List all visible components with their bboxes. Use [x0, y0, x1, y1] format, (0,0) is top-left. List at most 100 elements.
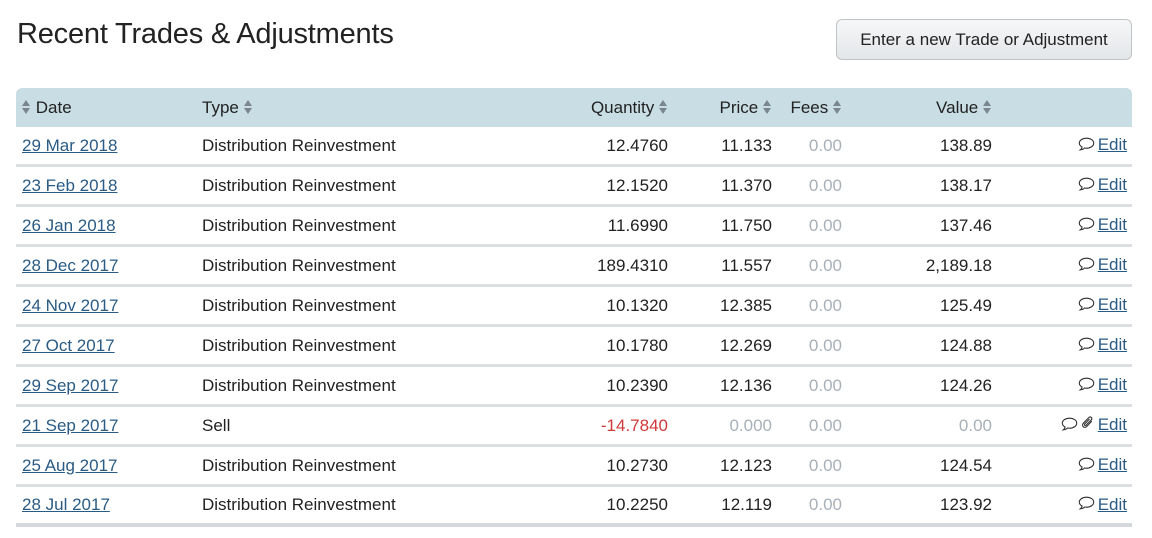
- cell-quantity: 189.4310: [586, 247, 668, 287]
- page-title: Recent Trades & Adjustments: [17, 18, 394, 50]
- cell-date: 27 Oct 2017: [16, 327, 196, 367]
- cell-type: Distribution Reinvestment: [196, 247, 586, 287]
- table-row: 29 Mar 2018 Distribution Reinvestment 12.4…: [16, 127, 1132, 167]
- cell-fees: 0.00: [772, 367, 842, 407]
- cell-fees: 0.00: [772, 127, 842, 167]
- date-link[interactable]: 21 Sep 2017: [22, 416, 118, 435]
- cell-value: 2,189.18: [842, 247, 992, 287]
- comment-icon[interactable]: [1078, 296, 1095, 316]
- edit-link[interactable]: Edit: [1098, 495, 1127, 514]
- cell-date: 21 Sep 2017: [16, 407, 196, 447]
- cell-actions: Edit: [992, 167, 1132, 207]
- cell-actions: Edit: [992, 207, 1132, 247]
- column-header-value[interactable]: Value: [842, 88, 992, 127]
- cell-actions: Edit: [992, 127, 1132, 167]
- cell-date: 28 Dec 2017: [16, 247, 196, 287]
- cell-actions: Edit: [992, 247, 1132, 287]
- cell-actions: Edit: [992, 367, 1132, 407]
- cell-quantity: -14.7840: [586, 407, 668, 447]
- sort-icon: [659, 99, 668, 114]
- date-link[interactable]: 28 Jul 2017: [22, 495, 110, 514]
- cell-date: 29 Mar 2018: [16, 127, 196, 167]
- cell-date: 25 Aug 2017: [16, 447, 196, 487]
- comment-icon[interactable]: [1078, 216, 1095, 236]
- cell-price: 12.136: [668, 367, 772, 407]
- edit-link[interactable]: Edit: [1098, 415, 1127, 434]
- cell-quantity: 12.1520: [586, 167, 668, 207]
- comment-icon[interactable]: [1078, 256, 1095, 276]
- edit-link[interactable]: Edit: [1098, 335, 1127, 354]
- cell-fees: 0.00: [772, 447, 842, 487]
- edit-link[interactable]: Edit: [1098, 295, 1127, 314]
- date-link[interactable]: 23 Feb 2018: [22, 176, 117, 195]
- cell-value: 123.92: [842, 487, 992, 527]
- cell-fees: 0.00: [772, 167, 842, 207]
- cell-type: Distribution Reinvestment: [196, 167, 586, 207]
- comment-icon[interactable]: [1078, 376, 1095, 396]
- cell-price: 12.385: [668, 287, 772, 327]
- cell-quantity: 10.2250: [586, 487, 668, 527]
- cell-type: Distribution Reinvestment: [196, 367, 586, 407]
- cell-type: Distribution Reinvestment: [196, 127, 586, 167]
- cell-quantity: 10.1320: [586, 287, 668, 327]
- date-link[interactable]: 27 Oct 2017: [22, 336, 115, 355]
- cell-price: 11.370: [668, 167, 772, 207]
- cell-price: 12.269: [668, 327, 772, 367]
- comment-icon[interactable]: [1061, 416, 1078, 436]
- cell-fees: 0.00: [772, 327, 842, 367]
- cell-type: Distribution Reinvestment: [196, 447, 586, 487]
- column-header-date[interactable]: Date: [16, 88, 196, 127]
- edit-link[interactable]: Edit: [1098, 215, 1127, 234]
- cell-date: 24 Nov 2017: [16, 287, 196, 327]
- table-row: 28 Dec 2017 Distribution Reinvestment 189.…: [16, 247, 1132, 287]
- column-header-quantity[interactable]: Quantity: [586, 88, 668, 127]
- cell-actions: Edit: [992, 447, 1132, 487]
- edit-link[interactable]: Edit: [1098, 455, 1127, 474]
- cell-value: 124.54: [842, 447, 992, 487]
- comment-icon[interactable]: [1078, 456, 1095, 476]
- comment-icon[interactable]: [1078, 336, 1095, 356]
- cell-value: 138.89: [842, 127, 992, 167]
- cell-price: 12.123: [668, 447, 772, 487]
- date-link[interactable]: 26 Jan 2018: [22, 216, 116, 235]
- cell-date: 28 Jul 2017: [16, 487, 196, 527]
- comment-icon[interactable]: [1078, 136, 1095, 156]
- edit-link[interactable]: Edit: [1098, 255, 1127, 274]
- cell-price: 12.119: [668, 487, 772, 527]
- sort-icon: [833, 99, 842, 114]
- cell-actions: Edit: [992, 487, 1132, 527]
- cell-fees: 0.00: [772, 287, 842, 327]
- cell-price: 11.750: [668, 207, 772, 247]
- column-header-price[interactable]: Price: [668, 88, 772, 127]
- column-header-type[interactable]: Type: [196, 88, 586, 127]
- edit-link[interactable]: Edit: [1098, 375, 1127, 394]
- edit-link[interactable]: Edit: [1098, 175, 1127, 194]
- date-link[interactable]: 24 Nov 2017: [22, 296, 118, 315]
- column-header-fees[interactable]: Fees: [772, 88, 842, 127]
- table-row: 25 Aug 2017 Distribution Reinvestment 10.2…: [16, 447, 1132, 487]
- table-row: 23 Feb 2018 Distribution Reinvestment 12.1…: [16, 167, 1132, 207]
- comment-icon[interactable]: [1078, 495, 1095, 515]
- column-label: Date: [35, 97, 72, 117]
- column-header-actions: [992, 88, 1132, 127]
- date-link[interactable]: 29 Mar 2018: [22, 136, 117, 155]
- cell-value: 124.26: [842, 367, 992, 407]
- date-link[interactable]: 28 Dec 2017: [22, 256, 118, 275]
- column-label: Quantity: [590, 97, 655, 117]
- edit-link[interactable]: Edit: [1098, 135, 1127, 154]
- cell-date: 23 Feb 2018: [16, 167, 196, 207]
- new-trade-button[interactable]: Enter a new Trade or Adjustment: [836, 19, 1132, 60]
- date-link[interactable]: 25 Aug 2017: [22, 456, 117, 475]
- cell-value: 0.00: [842, 407, 992, 447]
- paperclip-icon[interactable]: [1081, 415, 1095, 436]
- cell-type: Distribution Reinvestment: [196, 287, 586, 327]
- sort-icon: [22, 99, 31, 114]
- date-link[interactable]: 29 Sep 2017: [22, 376, 118, 395]
- comment-icon[interactable]: [1078, 176, 1095, 196]
- cell-value: 125.49: [842, 287, 992, 327]
- table-row: 29 Sep 2017 Distribution Reinvestment 10.2…: [16, 367, 1132, 407]
- cell-quantity: 10.1780: [586, 327, 668, 367]
- cell-quantity: 12.4760: [586, 127, 668, 167]
- table-row: 27 Oct 2017 Distribution Reinvestment 10.1…: [16, 327, 1132, 367]
- sort-icon: [983, 99, 992, 114]
